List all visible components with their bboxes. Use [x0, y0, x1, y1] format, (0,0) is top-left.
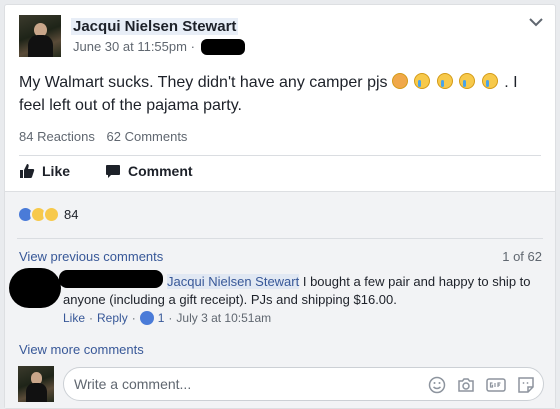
like-button[interactable]: Like: [19, 163, 70, 179]
post-timestamp[interactable]: June 30 at 11:55pm: [73, 39, 187, 54]
current-user-avatar[interactable]: [18, 366, 54, 402]
mention-link[interactable]: Jacqui Nielsen Stewart: [167, 274, 300, 289]
post-meta: June 30 at 11:55pm ·: [73, 39, 195, 54]
post-card: Jacqui Nielsen Stewart June 30 at 11:55p…: [4, 4, 556, 409]
reactions-summary-count: 84: [64, 207, 79, 222]
comment-reply-link[interactable]: Reply: [97, 311, 128, 325]
comment-like-count[interactable]: 1: [158, 311, 165, 325]
separator-dot: ·: [131, 311, 136, 325]
sticker-icon[interactable]: [517, 376, 535, 394]
comment-input[interactable]: [74, 368, 404, 400]
sobbing-face-emoji-icon: [481, 73, 498, 89]
divider: [17, 238, 543, 239]
separator-dot: ·: [168, 311, 173, 325]
comment-label: Comment: [128, 163, 193, 179]
reactions-summary[interactable]: 84: [17, 206, 78, 223]
speech-bubble-icon: [106, 165, 120, 178]
post-text: My Walmart sucks. They didn't have any c…: [19, 71, 539, 117]
comments-section: 84 View previous comments 1 of 62 Jacqui…: [5, 191, 555, 408]
post-stats: 84 Reactions 62 Comments: [19, 129, 195, 144]
comment-timestamp[interactable]: July 3 at 10:51am: [176, 311, 271, 325]
emoji-icon[interactable]: [428, 376, 446, 394]
meta-separator: ·: [190, 39, 195, 54]
thumbs-up-icon: [20, 164, 35, 178]
view-more-comments-link[interactable]: View more comments: [19, 342, 144, 357]
sobbing-face-emoji-icon: [436, 73, 453, 89]
redaction-mark: [201, 39, 245, 55]
author-avatar[interactable]: [19, 15, 61, 57]
comment-actions: Like · Reply · 1 · July 3 at 10:51am: [63, 311, 271, 325]
comment-like-link[interactable]: Like: [63, 311, 85, 325]
sobbing-face-emoji-icon: [459, 73, 476, 89]
gif-icon[interactable]: [486, 376, 506, 394]
composer-tools: [428, 376, 535, 394]
view-previous-comments-link[interactable]: View previous comments: [19, 249, 163, 264]
reactions-count-link[interactable]: 84 Reactions: [19, 129, 95, 144]
comment-button[interactable]: Comment: [105, 163, 193, 179]
like-label: Like: [42, 163, 71, 179]
camera-icon[interactable]: [457, 376, 475, 394]
haha-reaction-icon: [43, 206, 60, 223]
comment-text: Jacqui Nielsen Stewart I bought a few pa…: [63, 273, 533, 309]
post-text-part-1: My Walmart sucks. They didn't have any c…: [19, 74, 392, 91]
redacted-commenter-avatar: [9, 268, 61, 308]
comments-pager: 1 of 62: [502, 249, 542, 264]
divider: [19, 155, 541, 156]
like-reaction-icon: [139, 311, 154, 325]
crying-face-emoji-icon: [414, 73, 431, 89]
chevron-down-icon[interactable]: [529, 17, 543, 27]
angry-face-emoji-icon: [391, 73, 408, 89]
comment-composer[interactable]: [63, 367, 544, 401]
author-name[interactable]: Jacqui Nielsen Stewart: [71, 18, 239, 35]
comments-count-link[interactable]: 62 Comments: [107, 129, 188, 144]
separator-dot: ·: [89, 311, 94, 325]
